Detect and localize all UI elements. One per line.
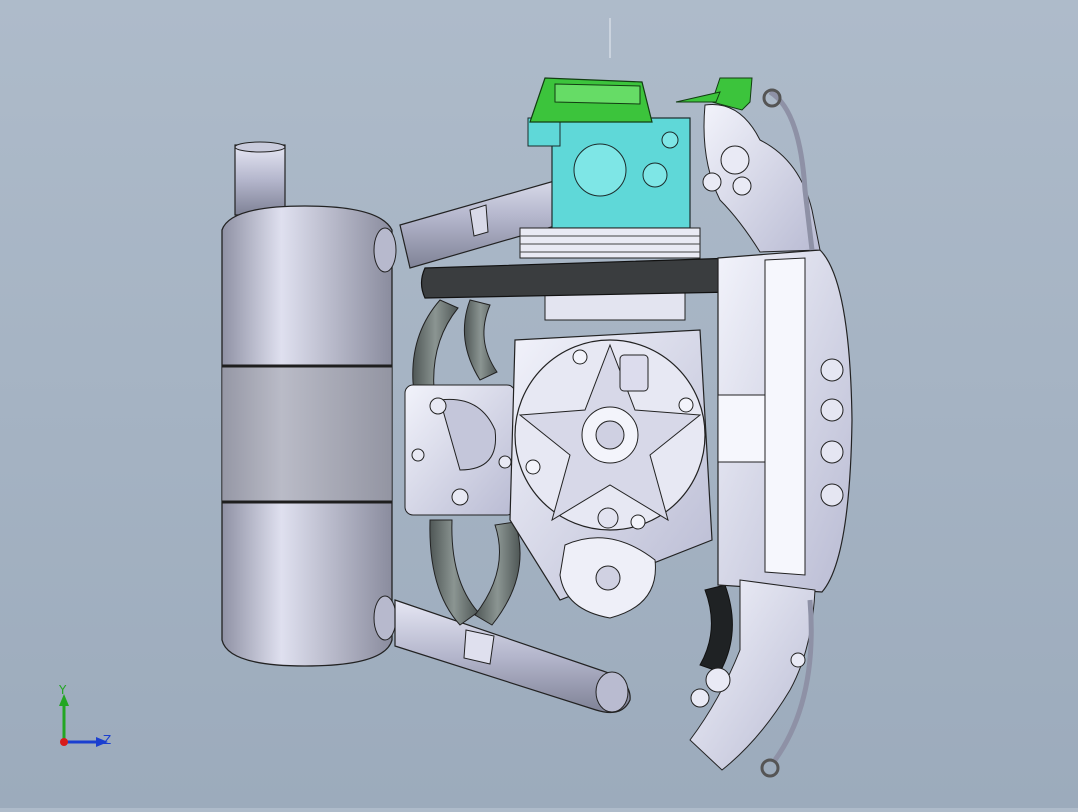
engine-assembly-model[interactable] — [0, 0, 1078, 808]
x-axis-point — [60, 738, 68, 746]
side-cover — [717, 249, 853, 593]
y-axis-label: Y — [58, 683, 67, 697]
muffler — [221, 141, 397, 667]
intake-manifold-upper — [675, 77, 821, 253]
fuel-line-eyelet-bottom — [760, 758, 780, 778]
exhaust-pipe-lower — [394, 599, 631, 713]
cylinder-head — [527, 117, 691, 229]
z-axis-label: Z — [103, 733, 111, 747]
coordinate-triad: Y Z — [58, 683, 111, 747]
valve-cover — [529, 77, 653, 123]
black-hose — [420, 257, 740, 299]
water-pump — [404, 384, 516, 516]
cad-graphics-viewport[interactable] — [0, 0, 1078, 808]
intake-manifold-lower — [689, 579, 816, 771]
